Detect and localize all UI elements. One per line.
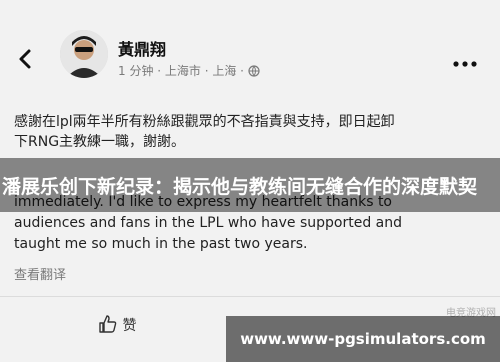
translated-line-3: taught me so much in the past two years. (14, 236, 308, 252)
more-icon[interactable] (452, 52, 478, 73)
headline-text: 潘展乐创下新纪录：揭示他与教练间无缝合作的深度默契 (2, 175, 478, 198)
author-name[interactable]: 黃鼎翔 (118, 36, 166, 60)
globe-icon (248, 65, 260, 77)
like-button[interactable]: 赞 (98, 314, 136, 335)
thumbs-up-icon (98, 315, 122, 334)
avatar[interactable] (60, 30, 108, 78)
translate-link[interactable]: 查看翻译 (14, 264, 66, 283)
post-original-text: 感謝在lpl兩年半所有粉絲跟觀眾的不吝指責與支持，即日起卸 下RNG主教練一職，… (14, 112, 484, 152)
original-line-2: 下RNG主教練一職，謝謝。 (14, 134, 186, 150)
post-meta: 1 分钟 · 上海市 · 上海 · (118, 62, 260, 79)
translated-line-2: audiences and fans in the LPL who have s… (14, 215, 402, 231)
watermark-text: www.www-pgsimulators.com (240, 330, 486, 348)
original-line-1: 感謝在lpl兩年半所有粉絲跟觀眾的不吝指責與支持，即日起卸 (14, 114, 395, 130)
watermark-banner: www.www-pgsimulators.com (226, 316, 500, 362)
post-header: 黃鼎翔 1 分钟 · 上海市 · 上海 · (0, 28, 500, 88)
post-meta-text: 1 分钟 · 上海市 · 上海 · (118, 64, 244, 78)
back-icon[interactable] (16, 48, 36, 70)
like-label: 赞 (122, 318, 137, 334)
divider (0, 296, 500, 297)
headline-overlay: 潘展乐创下新纪录：揭示他与教练间无缝合作的深度默契 (0, 158, 500, 212)
